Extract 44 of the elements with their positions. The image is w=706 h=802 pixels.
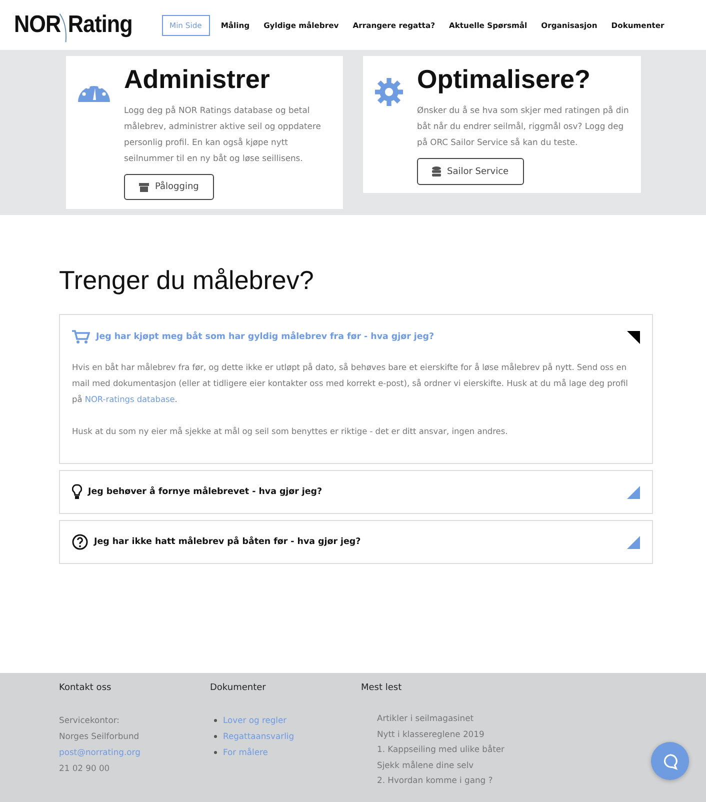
card-text: Ønsker du å se hva som skjer med ratingen på din båt når du endrer seilmål, riggmål osv? Logg deg på ORC Sailor Service så kan du teste. (417, 104, 629, 149)
footer-heading: Mest lest (361, 683, 403, 693)
cart-icon (72, 330, 90, 344)
accordion-header[interactable]: Jeg har kjøpt meg båt som har gyldig målebrev fra før - hva gjør jeg? (60, 315, 652, 359)
answer-paragraph: Husk at du som ny eier må sjekke at mål og seil som benyttes er riktige - det er ditt ansvar, ingen andres. (72, 425, 509, 438)
speech-bubble-icon (662, 752, 678, 770)
contact-text: Norges Seilforbund (59, 731, 140, 742)
accordion-title: Jeg behøver å fornye målebrevet - hva gjør jeg? (88, 487, 324, 497)
card-title: Administrer (124, 64, 271, 94)
corner-triangle-icon (627, 486, 640, 498)
lightbulb-icon (72, 484, 82, 500)
bullet-icon (214, 751, 217, 754)
article-link[interactable]: Sjekk målene dine selv (377, 760, 512, 770)
document-link[interactable]: For målere (223, 747, 268, 758)
document-link[interactable]: Lover og regler (223, 715, 287, 726)
contact-text: 21 02 90 00 (59, 763, 111, 774)
section-heading: Trenger du målebrev? (59, 265, 315, 296)
login-button[interactable]: Sailor Service (417, 158, 524, 185)
footer-heading: Kontakt oss (59, 683, 112, 693)
article-link[interactable]: Nytt i klassereglene 2019 (377, 728, 512, 740)
login-button[interactable]: Pålogging (124, 174, 214, 200)
database-link[interactable]: NOR-ratings database (84, 394, 175, 404)
contact-text: Servicekontor: (59, 715, 120, 726)
article-link[interactable]: 2. Hvordan komme i gang ? (377, 775, 512, 786)
article-link[interactable]: Artikler i seilmagasinet (377, 713, 512, 724)
card-text: Logg deg på NOR Ratings database og betal målebrev, administrer aktive seil og oppdatere personlig profil. En kan også kjøpe nytt seilnummer til en ny båt og løse seillisens. (124, 104, 322, 165)
email-link[interactable]: post@norrating.org (59, 747, 210, 758)
article-link[interactable]: 1. Kappseiling med ulike båter (377, 744, 512, 755)
archive-icon (139, 182, 149, 192)
card-title: Optimalisere? (417, 64, 592, 94)
bullet-icon (214, 735, 217, 738)
corner-triangle-icon (627, 536, 640, 548)
database-icon (432, 166, 441, 177)
question-icon (72, 534, 88, 550)
corner-triangle-icon (627, 330, 640, 344)
accordion-title: Jeg har ikke hatt målebrev på båten før - hva gjør jeg? (94, 537, 362, 547)
footer-heading: Dokumenter (210, 683, 267, 693)
accordion-title: Jeg har kjøpt meg båt som har gyldig målebrev fra før - hva gjør jeg? (96, 332, 436, 342)
document-link[interactable]: Regattaansvarlig (223, 731, 294, 742)
accordion-header[interactable]: Jeg har ikke hatt målebrev på båten før - hva gjør jeg? (60, 521, 652, 563)
chat-button[interactable] (651, 742, 689, 780)
answer-paragraph: Hvis en båt har målebrev fra før, og dette ikke er utløpt på dato, så behøves bare et eierskifte for å løse målebrev på nytt. Send oss en mail med dokumentasjon (eller at tidligere eier kontakter oss med korrekt e-post), så ordner vi eierskifte. Husk at du må lage deg profil på NOR-ratings database. (72, 361, 629, 406)
accordion-header[interactable]: Jeg behøver å fornye målebrevet - hva gjør jeg? (60, 471, 652, 513)
bullet-icon (214, 719, 217, 722)
